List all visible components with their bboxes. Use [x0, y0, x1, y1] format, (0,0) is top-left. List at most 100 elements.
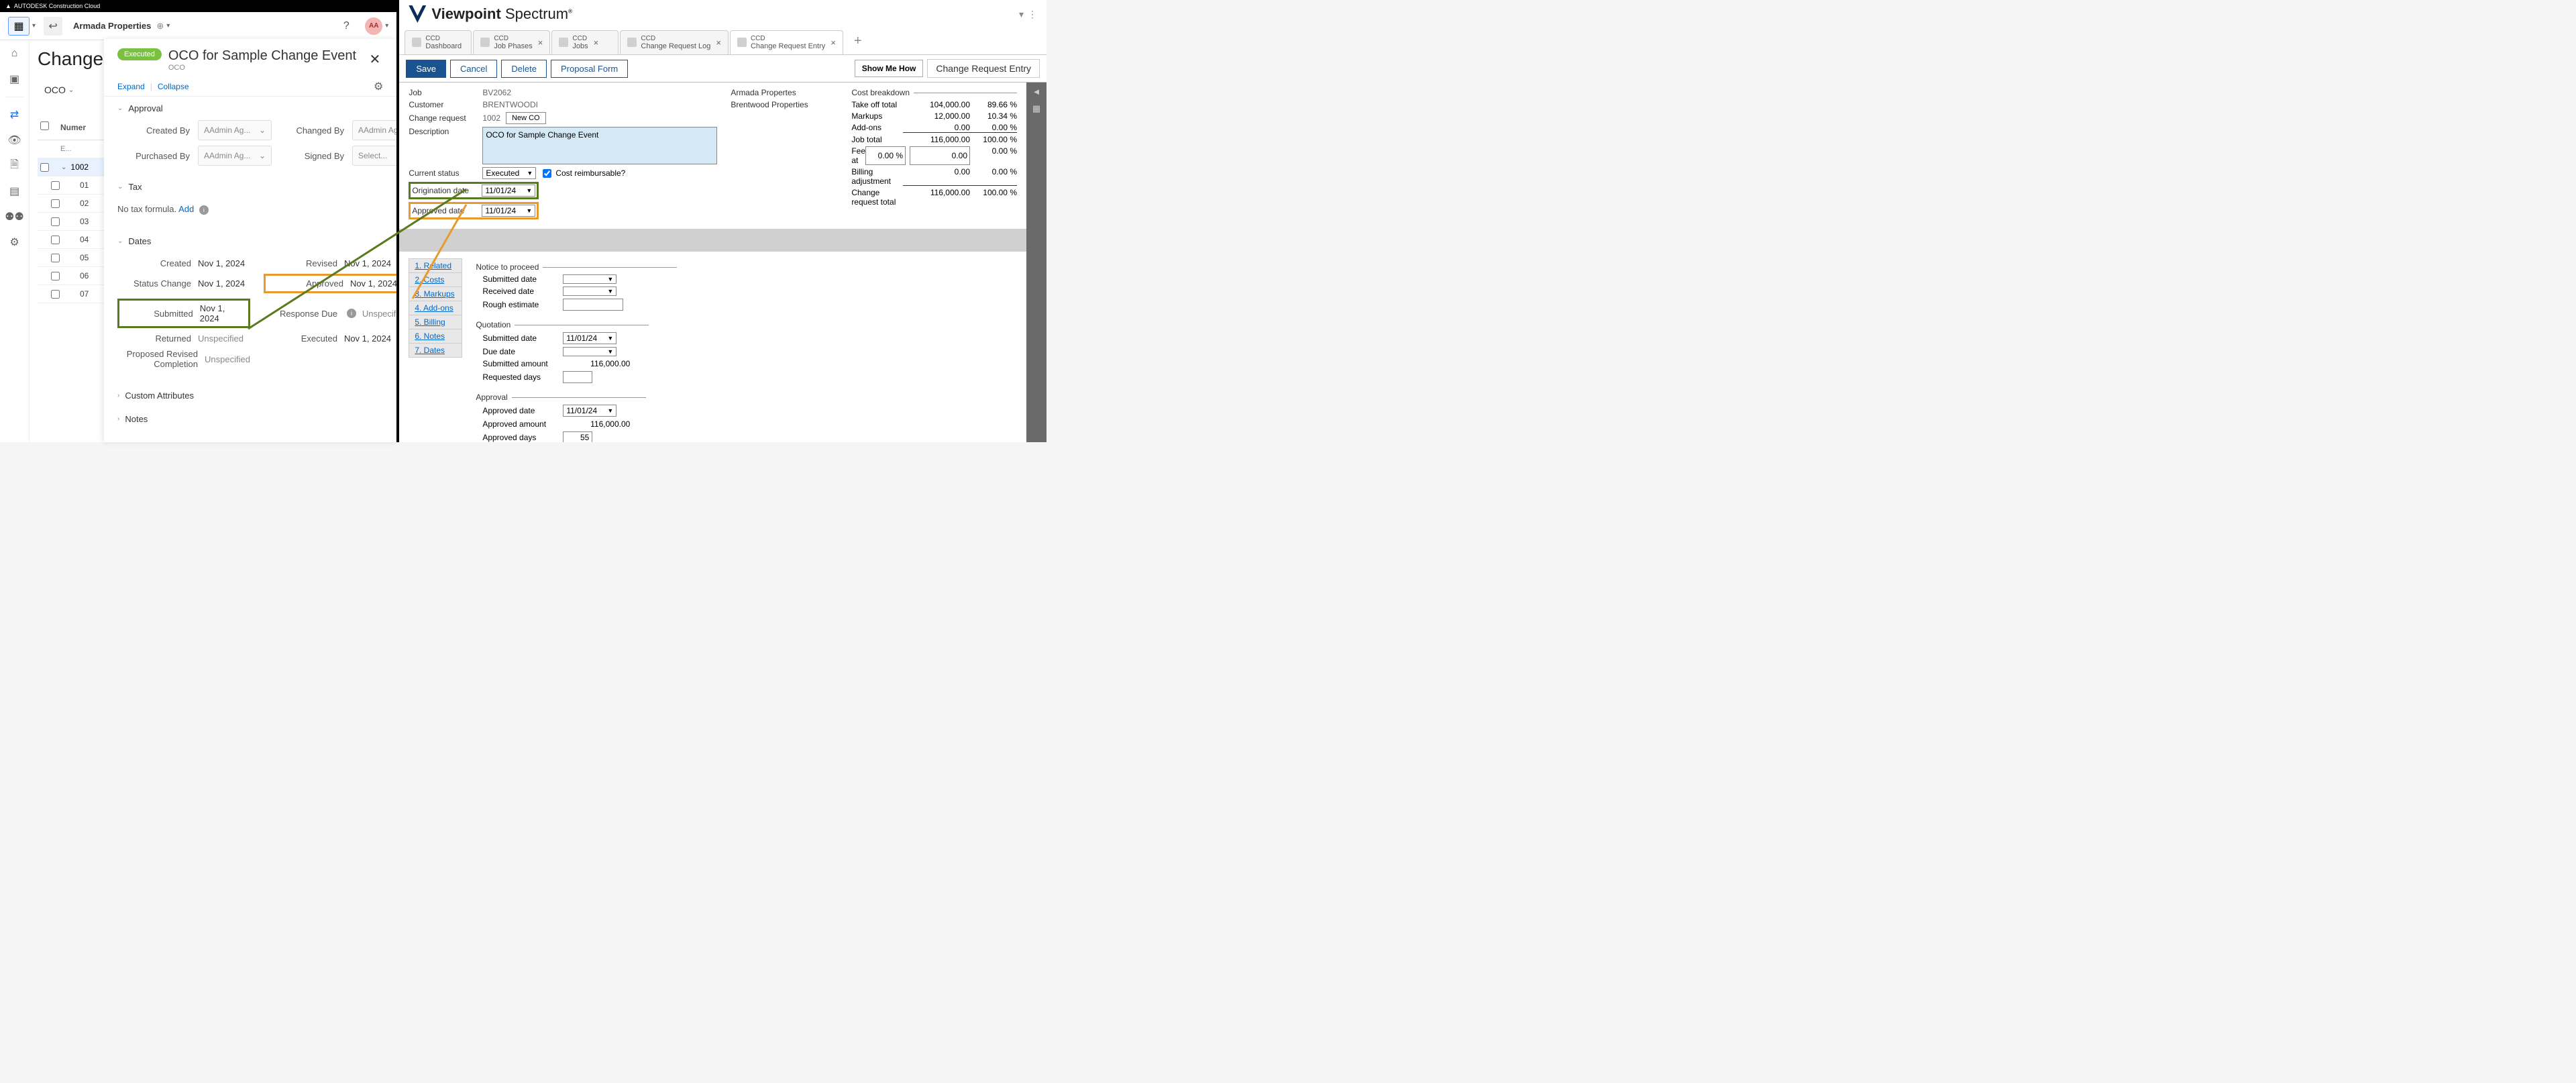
tab-jobs[interactable]: CCDJobs× — [551, 30, 619, 54]
cost-reimbursable-checkbox[interactable] — [543, 169, 551, 178]
back-icon[interactable]: ↩ — [44, 17, 62, 36]
rail-icon[interactable]: ▦ — [1032, 103, 1040, 114]
date-executed: ExecutedNov 1, 2024 — [264, 333, 396, 344]
settings-icon[interactable]: ⚙ — [374, 80, 383, 93]
viewpoint-logo-text: Viewpoint Spectrum® — [431, 5, 572, 23]
cancel-button[interactable]: Cancel — [450, 60, 497, 78]
collapse-rail-icon[interactable]: ◄ — [1032, 87, 1041, 97]
close-icon[interactable]: ✕ — [367, 48, 384, 70]
row-checkbox[interactable] — [51, 272, 60, 280]
document-icon[interactable]: 🗎 — [7, 158, 23, 174]
save-button[interactable]: Save — [406, 60, 446, 78]
side-tab-costs[interactable]: 2. Costs — [409, 272, 462, 287]
date-revised: RevisedNov 1, 2024 — [264, 258, 396, 268]
camera-icon[interactable]: ▣ — [7, 71, 23, 87]
expand-link[interactable]: Expand — [117, 82, 145, 91]
home-icon[interactable]: ⌂ — [7, 46, 23, 62]
clipboard-icon[interactable]: ▤ — [7, 183, 23, 199]
section-dates[interactable]: ⌄Dates — [117, 229, 383, 253]
new-co-button[interactable]: New CO — [506, 112, 546, 124]
tab-change-request-log[interactable]: CCDChange Request Log× — [620, 30, 729, 54]
side-tab-dates[interactable]: 7. Dates — [409, 343, 462, 358]
settings-icon[interactable]: ⚙ — [7, 234, 23, 250]
project-name[interactable]: Armada Properties — [73, 21, 151, 31]
side-tab-addons[interactable]: 4. Add-ons — [409, 301, 462, 315]
rough-estimate-input[interactable] — [563, 299, 623, 311]
fee-pct-input[interactable] — [865, 146, 906, 165]
row-checkbox[interactable] — [51, 290, 60, 299]
quotation-days-input[interactable] — [563, 371, 592, 383]
select-all-checkbox[interactable] — [40, 121, 49, 130]
section-notes[interactable]: › Notes — [117, 407, 383, 431]
status-select[interactable]: Executed▼ — [482, 167, 536, 179]
chevron-down-icon[interactable]: ▾ — [166, 22, 170, 30]
user-avatar[interactable]: AA — [365, 17, 382, 35]
close-icon[interactable]: × — [538, 38, 543, 48]
chevron-down-icon: ⌄ — [68, 87, 74, 94]
approval-days-input[interactable] — [563, 431, 592, 442]
info-icon[interactable]: i — [199, 205, 209, 215]
chevron-down-icon[interactable]: ▾ — [385, 22, 388, 30]
quotation-submitted-input[interactable]: 11/01/24▼ — [563, 332, 616, 344]
approved-date-input[interactable]: 11/01/24▼ — [482, 205, 535, 217]
row-checkbox[interactable] — [51, 181, 60, 190]
row-checkbox[interactable] — [51, 199, 60, 208]
section-approval[interactable]: ⌄Approval — [117, 97, 383, 120]
row-checkbox[interactable] — [51, 217, 60, 226]
new-tab-button[interactable]: + — [845, 28, 871, 54]
app-switcher-icon[interactable]: ▦ — [8, 17, 30, 36]
side-tab-markups[interactable]: 3. Markups — [409, 287, 462, 301]
side-tab-notes[interactable]: 6. Notes — [409, 329, 462, 344]
collapse-icon[interactable]: ⌄ — [61, 164, 66, 171]
fee-amt-input[interactable] — [910, 146, 970, 165]
people-icon[interactable]: ⚉⚉ — [7, 209, 23, 225]
header-icon[interactable]: ▾ — [1019, 9, 1024, 20]
info-icon[interactable]: i — [347, 309, 356, 318]
tax-add-link[interactable]: Add — [178, 204, 194, 214]
notice-received-input[interactable]: ▼ — [563, 287, 616, 296]
tab-dashboard[interactable]: CCDDashboard — [405, 30, 472, 54]
approval-date-input[interactable]: 11/01/24▼ — [563, 405, 616, 417]
close-icon[interactable]: × — [716, 38, 721, 48]
approval-amount-label: Approved amount — [482, 419, 563, 429]
oco-filter-dropdown[interactable]: OCO ⌄ — [38, 81, 80, 99]
globe-icon[interactable]: ⊕ — [156, 21, 164, 32]
project-header: ▦ ▾ ↩ Armada Properties ⊕ ▾ ? AA ▾ — [0, 12, 396, 40]
collapse-link[interactable]: Collapse — [158, 82, 189, 91]
cost-breakdown-title: Cost breakdown — [851, 88, 1017, 97]
side-tab-related[interactable]: 1. Related — [409, 258, 462, 273]
tab-job-phases[interactable]: CCDJob Phases× — [473, 30, 550, 54]
chevron-down-icon[interactable]: ▾ — [32, 22, 36, 30]
close-icon[interactable]: × — [830, 38, 836, 48]
breadcrumb: Change Request Entry — [927, 59, 1040, 78]
help-icon[interactable]: ? — [337, 17, 356, 36]
origination-date-input[interactable]: 11/01/24▼ — [482, 185, 535, 197]
section-tax[interactable]: ⌄Tax — [117, 175, 383, 199]
changed-by-select[interactable]: AAdmin Ag...⌄ — [352, 120, 396, 140]
binoculars-icon[interactable]: 👁 — [7, 132, 23, 148]
section-custom-attributes[interactable]: ›Custom Attributes — [117, 384, 383, 407]
notice-submitted-input[interactable]: ▼ — [563, 274, 616, 284]
description-input[interactable] — [482, 127, 717, 164]
created-by-select[interactable]: AAdmin Ag...⌄ — [198, 120, 272, 140]
tab-change-request-entry[interactable]: CCDChange Request Entry× — [730, 30, 843, 54]
show-me-how-button[interactable]: Show Me How — [855, 60, 924, 77]
tax-text: No tax formula. Add i — [117, 199, 383, 220]
section-label: Notes — [125, 414, 148, 424]
row-checkbox[interactable] — [51, 236, 60, 244]
row-checkbox[interactable] — [40, 163, 49, 172]
signed-by-select[interactable]: Select...⌄ — [352, 146, 396, 166]
side-tab-billing[interactable]: 5. Billing — [409, 315, 462, 329]
section-label: Custom Attributes — [125, 391, 194, 401]
row-checkbox[interactable] — [51, 254, 60, 262]
description-label: Description — [409, 127, 482, 136]
transfer-icon[interactable]: ⇄ — [7, 107, 23, 123]
purchased-by-select[interactable]: AAdmin Ag...⌄ — [198, 146, 272, 166]
quotation-due-input[interactable]: ▼ — [563, 347, 616, 356]
chevron-right-icon: › — [117, 415, 119, 423]
delete-button[interactable]: Delete — [501, 60, 547, 78]
quotation-due-label: Due date — [482, 347, 563, 356]
close-icon[interactable]: × — [594, 38, 599, 48]
header-icon[interactable]: ⋮ — [1028, 9, 1037, 20]
proposal-form-button[interactable]: Proposal Form — [551, 60, 628, 78]
